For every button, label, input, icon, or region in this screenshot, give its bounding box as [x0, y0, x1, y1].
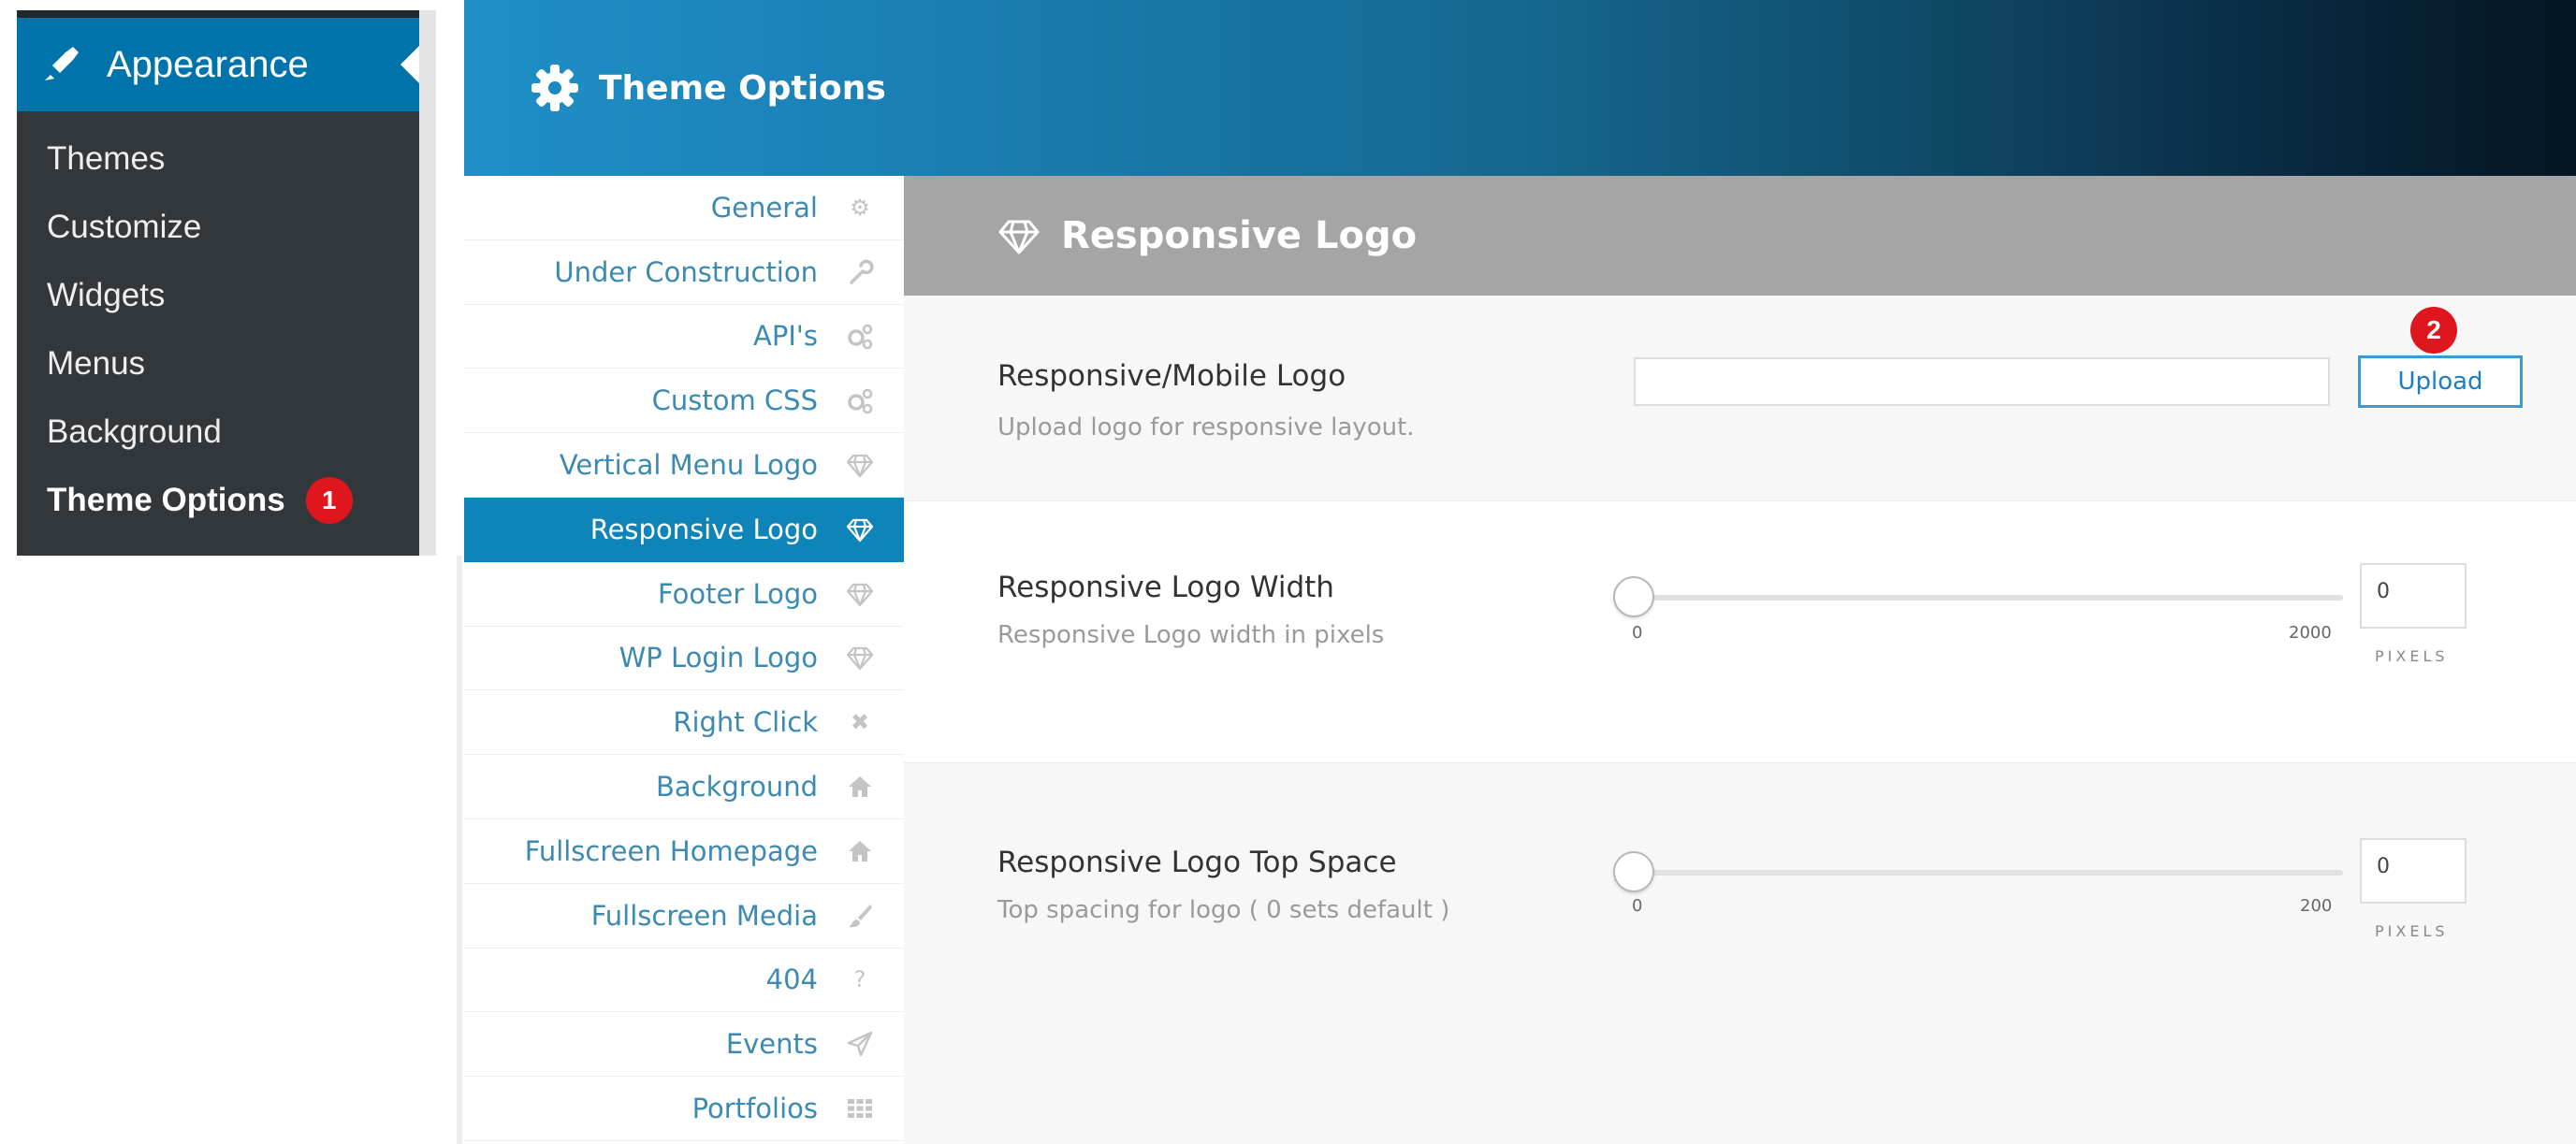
- option-description: Responsive Logo width in pixels: [997, 621, 1385, 649]
- nav-item-fullscreen-media[interactable]: Fullscreen Media: [464, 884, 904, 949]
- option-responsive-logo-top-space: Responsive Logo Top Space Top spacing fo…: [904, 763, 2576, 1143]
- top-space-slider-track[interactable]: [1634, 870, 2343, 876]
- upload-button[interactable]: Upload: [2358, 355, 2523, 408]
- submenu-item-background[interactable]: Background: [17, 398, 419, 466]
- nav-item-label: Fullscreen Homepage: [524, 834, 818, 867]
- theme-options-nav: General ⚙ Under Construction API's Custo…: [464, 176, 904, 1144]
- menu-top-bar: [17, 10, 419, 18]
- nav-item-label: Background: [655, 771, 818, 804]
- nav-item-wp-login-logo[interactable]: WP Login Logo: [464, 627, 904, 691]
- unit-label: PIXELS: [2375, 922, 2449, 940]
- option-responsive-logo-width: Responsive Logo Width Responsive Logo wi…: [904, 501, 2576, 763]
- option-description: Top spacing for logo ( 0 sets default ): [997, 896, 1450, 924]
- home-icon: [846, 773, 874, 801]
- nav-item-label: Custom CSS: [651, 384, 818, 417]
- nav-item-label: Footer Logo: [657, 577, 818, 610]
- home-icon: [846, 837, 874, 865]
- nav-item-label: 404: [765, 963, 818, 996]
- submenu-item-customize[interactable]: Customize: [17, 193, 419, 261]
- nav-item-label: API's: [753, 320, 818, 353]
- logo-url-input[interactable]: [1634, 357, 2330, 406]
- top-space-value-input[interactable]: 0: [2360, 838, 2467, 904]
- nav-item-label: Fullscreen Media: [590, 899, 818, 932]
- diamond-icon: [846, 644, 874, 672]
- nav-item-fullscreen-homepage[interactable]: Fullscreen Homepage: [464, 819, 904, 884]
- nav-item-general[interactable]: General ⚙: [464, 176, 904, 240]
- diamond-icon: [846, 451, 874, 479]
- wrench-icon: [846, 258, 874, 286]
- nav-item-label: Vertical Menu Logo: [559, 449, 818, 482]
- diamond-icon: [997, 214, 1041, 257]
- nav-item-label: WP Login Logo: [619, 642, 818, 674]
- nav-item-label: Events: [725, 1028, 818, 1061]
- section-title: Responsive Logo: [1061, 214, 1418, 257]
- unit-label: PIXELS: [2375, 647, 2449, 665]
- width-slider-handle[interactable]: [1613, 576, 1654, 617]
- nav-item-label: Portfolios: [691, 1093, 818, 1125]
- submenu-item-widgets[interactable]: Widgets: [17, 261, 419, 329]
- nav-item-404[interactable]: 404 ?: [464, 949, 904, 1013]
- step-badge: 2: [2410, 307, 2457, 354]
- nav-item-label: Right Click: [673, 706, 818, 739]
- nav-item-label: Under Construction: [554, 255, 818, 288]
- appearance-menu-label: Appearance: [107, 43, 309, 85]
- send-icon: [846, 1030, 874, 1058]
- nav-item-portfolios[interactable]: Portfolios: [464, 1077, 904, 1141]
- grid-icon: [846, 1094, 874, 1122]
- nav-item-under-construction[interactable]: Under Construction: [464, 240, 904, 305]
- theme-options-title: Theme Options: [599, 68, 886, 108]
- slider-max-label: 2000: [2289, 623, 2332, 643]
- top-space-slider-handle[interactable]: [1613, 851, 1654, 892]
- nav-item-label: General: [710, 191, 818, 224]
- gears-icon: [846, 386, 874, 414]
- gear-icon: [530, 63, 580, 113]
- option-title: Responsive/Mobile Logo: [997, 359, 1346, 393]
- nav-item-vertical-menu-logo[interactable]: Vertical Menu Logo: [464, 433, 904, 498]
- nav-item-background[interactable]: Background: [464, 755, 904, 819]
- current-menu-arrow: [400, 46, 419, 83]
- panel-divider: [457, 556, 462, 1144]
- nav-item-apis[interactable]: API's: [464, 305, 904, 369]
- nav-item-custom-css[interactable]: Custom CSS: [464, 369, 904, 434]
- nav-item-label: Responsive Logo: [589, 513, 818, 545]
- width-slider-track[interactable]: [1634, 595, 2343, 601]
- gear-icon: ⚙: [850, 194, 870, 221]
- nav-item-responsive-logo[interactable]: Responsive Logo: [464, 497, 904, 562]
- option-description: Upload logo for responsive layout.: [997, 413, 1415, 442]
- submenu-item-menus[interactable]: Menus: [17, 329, 419, 398]
- slider-min-label: 0: [1632, 896, 1643, 916]
- option-responsive-mobile-logo: Responsive/Mobile Logo Upload logo for r…: [904, 296, 2576, 501]
- theme-options-header: Theme Options: [464, 0, 2576, 176]
- nav-item-footer-logo[interactable]: Footer Logo: [464, 562, 904, 627]
- appearance-submenu: Themes Customize Widgets Menus Backgroun…: [17, 111, 419, 534]
- option-title: Responsive Logo Width: [997, 571, 1334, 604]
- slider-min-label: 0: [1632, 623, 1643, 643]
- options-content: Responsive Logo Responsive/Mobile Logo U…: [904, 176, 2576, 1144]
- step-badge: 1: [305, 476, 353, 524]
- width-value-input[interactable]: 0: [2360, 563, 2467, 629]
- wp-admin-appearance-menu: Appearance Themes Customize Widgets Menu…: [17, 10, 419, 556]
- close-icon: ✖: [850, 709, 870, 736]
- submenu-item-themes[interactable]: Themes: [17, 124, 419, 193]
- diamond-icon: [846, 580, 874, 608]
- question-icon: ?: [853, 966, 866, 993]
- option-title: Responsive Logo Top Space: [997, 846, 1397, 879]
- submenu-item-label: Theme Options: [47, 481, 285, 518]
- brush-icon: [846, 902, 874, 930]
- section-header: Responsive Logo: [904, 176, 2576, 296]
- diamond-icon: [846, 515, 874, 543]
- nav-item-right-click[interactable]: Right Click ✖: [464, 690, 904, 756]
- paintbrush-icon: [37, 41, 84, 88]
- slider-max-label: 200: [2300, 896, 2333, 916]
- gears-icon: [846, 322, 874, 350]
- nav-item-events[interactable]: Events: [464, 1012, 904, 1078]
- menu-scroll-strip: [419, 10, 436, 556]
- appearance-menu-header[interactable]: Appearance: [17, 18, 419, 111]
- submenu-item-theme-options[interactable]: Theme Options 1: [17, 466, 419, 534]
